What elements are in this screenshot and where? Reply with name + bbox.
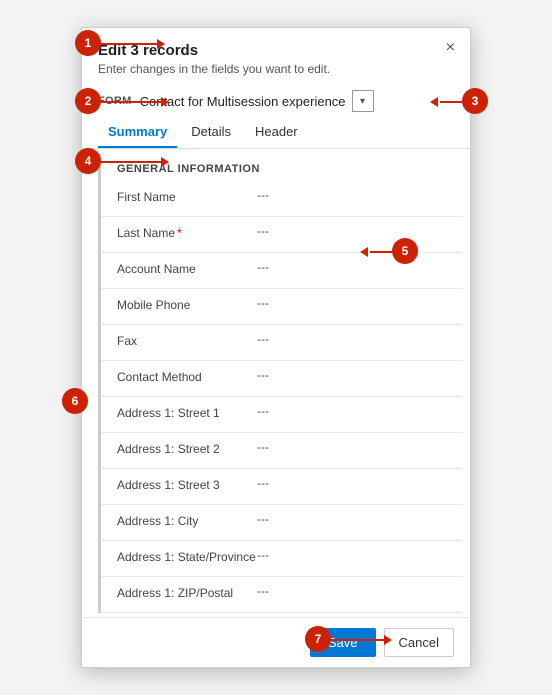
field-row-street3: Address 1: Street 3 --- — [101, 469, 462, 505]
tab-details[interactable]: Details — [181, 116, 241, 148]
field-label-accountname: Account Name — [117, 260, 257, 278]
field-row-mobilephone: Mobile Phone --- — [101, 289, 462, 325]
chevron-down-icon: ▾ — [360, 96, 365, 107]
arrow-line-4 — [101, 161, 163, 163]
tabs-bar: Summary Details Header — [82, 116, 470, 149]
annotation-2: 2 — [75, 88, 101, 114]
arrow-line-7 — [331, 639, 386, 641]
page-wrapper: 1 2 3 4 5 6 7 Edit 3 records Enter chang… — [0, 0, 552, 695]
form-name: Contact for Multisession experience — [140, 94, 346, 109]
field-label-lastname: Last Name* — [117, 224, 257, 242]
field-row-street2: Address 1: Street 2 --- — [101, 433, 462, 469]
field-value-mobilephone: --- — [257, 296, 446, 310]
field-label-street3: Address 1: Street 3 — [117, 476, 257, 494]
form-section: Form Contact for Multisession experience… — [82, 82, 470, 116]
arrow-head-4 — [161, 157, 169, 167]
field-value-street1: --- — [257, 404, 446, 418]
field-row-zip: Address 1: ZIP/Postal --- — [101, 577, 462, 613]
close-button[interactable]: × — [441, 38, 460, 58]
annotation-3: 3 — [462, 88, 488, 114]
field-label-mobilephone: Mobile Phone — [117, 296, 257, 314]
tab-header[interactable]: Header — [245, 116, 308, 148]
field-value-street2: --- — [257, 440, 446, 454]
field-value-fax: --- — [257, 332, 446, 346]
field-label-zip: Address 1: ZIP/Postal — [117, 584, 257, 602]
arrow-head-1 — [157, 39, 165, 49]
field-row-fax: Fax --- — [101, 325, 462, 361]
form-value-row: Contact for Multisession experience ▾ — [140, 90, 454, 112]
section-heading: GENERAL INFORMATION — [101, 153, 462, 181]
annotation-1: 1 — [75, 30, 101, 56]
field-value-lastname: --- — [257, 224, 446, 238]
annotation-7: 7 — [305, 626, 331, 652]
dialog-subtitle: Enter changes in the fields you want to … — [98, 62, 454, 76]
field-value-accountname: --- — [257, 260, 446, 274]
field-label-city: Address 1: City — [117, 512, 257, 530]
field-label-fax: Fax — [117, 332, 257, 350]
arrow-head-5 — [360, 247, 368, 257]
cancel-button[interactable]: Cancel — [384, 628, 454, 657]
field-row-firstname: First Name --- — [101, 181, 462, 217]
required-star-lastname: * — [177, 226, 182, 240]
field-row-state: Address 1: State/Province --- — [101, 541, 462, 577]
field-value-firstname: --- — [257, 188, 446, 202]
field-value-city: --- — [257, 512, 446, 526]
content-area: GENERAL INFORMATION First Name --- Last … — [98, 153, 462, 613]
field-value-street3: --- — [257, 476, 446, 490]
field-row-city: Address 1: City --- — [101, 505, 462, 541]
field-label-firstname: First Name — [117, 188, 257, 206]
field-value-zip: --- — [257, 584, 446, 598]
field-label-street1: Address 1: Street 1 — [117, 404, 257, 422]
arrow-head-7 — [384, 635, 392, 645]
arrow-head-3 — [430, 97, 438, 107]
arrow-line-3 — [440, 101, 462, 103]
field-row-contactmethod: Contact Method --- — [101, 361, 462, 397]
arrow-line-1 — [101, 43, 159, 45]
annotation-4: 4 — [75, 148, 101, 174]
annotation-5: 5 — [392, 238, 418, 264]
arrow-head-2 — [161, 97, 169, 107]
annotation-6: 6 — [62, 388, 88, 414]
dialog-footer: Save Cancel — [82, 617, 470, 667]
arrow-line-2 — [101, 101, 163, 103]
tab-summary[interactable]: Summary — [98, 116, 177, 148]
arrow-line-5 — [370, 251, 392, 253]
field-label-street2: Address 1: Street 2 — [117, 440, 257, 458]
field-row-street1: Address 1: Street 1 --- — [101, 397, 462, 433]
form-dropdown[interactable]: ▾ — [352, 90, 374, 112]
field-label-state: Address 1: State/Province — [117, 548, 257, 566]
field-value-state: --- — [257, 548, 446, 562]
edit-dialog: Edit 3 records Enter changes in the fiel… — [81, 27, 471, 668]
dialog-header: Edit 3 records Enter changes in the fiel… — [82, 28, 470, 82]
field-label-contactmethod: Contact Method — [117, 368, 257, 386]
field-value-contactmethod: --- — [257, 368, 446, 382]
